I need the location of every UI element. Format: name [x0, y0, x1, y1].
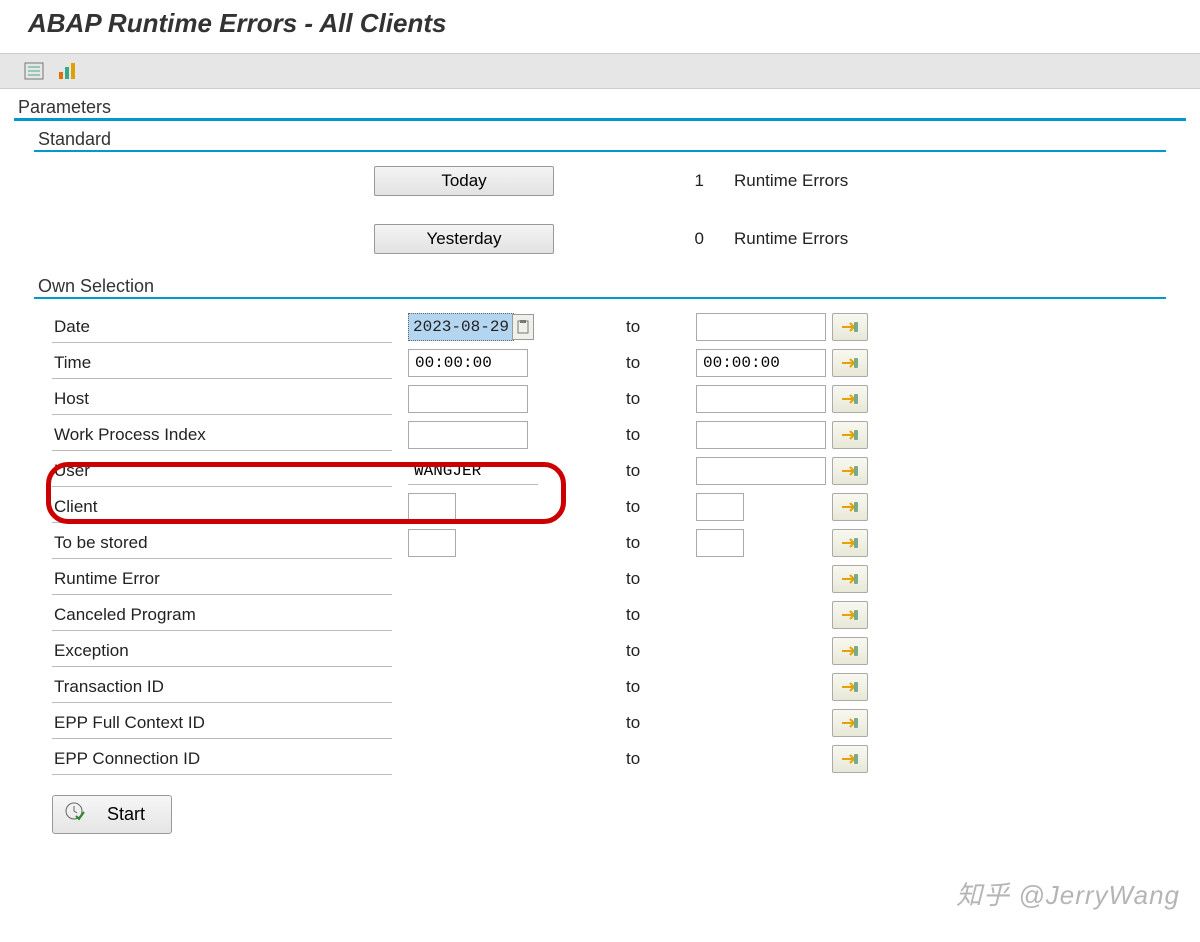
exc-to-label: to: [620, 641, 690, 661]
rerr-label: Runtime Error: [52, 563, 392, 595]
today-count: 1: [554, 171, 734, 191]
client-to-input[interactable]: [696, 493, 744, 521]
wpi-to-input[interactable]: [696, 421, 826, 449]
wpi-to-label: to: [620, 425, 690, 445]
eppc-more-button[interactable]: [832, 745, 868, 773]
user-from-input[interactable]: [408, 457, 538, 485]
time-to-label: to: [620, 353, 690, 373]
host-label: Host: [52, 383, 392, 415]
wpi-from-input[interactable]: [408, 421, 528, 449]
date-more-button[interactable]: [832, 313, 868, 341]
client-to-label: to: [620, 497, 690, 517]
start-button[interactable]: Start: [52, 795, 172, 834]
tid-label: Transaction ID: [52, 671, 392, 703]
user-label: User: [52, 455, 392, 487]
today-button[interactable]: Today: [374, 166, 554, 196]
exc-label: Exception: [52, 635, 392, 667]
store-to-input[interactable]: [696, 529, 744, 557]
time-more-button[interactable]: [832, 349, 868, 377]
eppf-to-label: to: [620, 713, 690, 733]
exc-more-button[interactable]: [832, 637, 868, 665]
time-from-input[interactable]: [408, 349, 528, 377]
eppc-to-label: to: [620, 749, 690, 769]
today-label: Runtime Errors: [734, 171, 1166, 191]
eppc-label: EPP Connection ID: [52, 743, 392, 775]
tid-more-button[interactable]: [832, 673, 868, 701]
tid-to-label: to: [620, 677, 690, 697]
wpi-more-button[interactable]: [832, 421, 868, 449]
cprog-label: Canceled Program: [52, 599, 392, 631]
app-toolbar: [0, 53, 1200, 89]
chart-icon[interactable]: [56, 60, 80, 82]
date-picker-icon[interactable]: [512, 314, 534, 340]
date-from-input[interactable]: 2023-08-29: [408, 313, 514, 341]
rerr-to-label: to: [620, 569, 690, 589]
host-more-button[interactable]: [832, 385, 868, 413]
client-more-button[interactable]: [832, 493, 868, 521]
date-label: Date: [52, 311, 392, 343]
start-button-label: Start: [107, 804, 145, 825]
yesterday-button[interactable]: Yesterday: [374, 224, 554, 254]
eppf-more-button[interactable]: [832, 709, 868, 737]
yesterday-label: Runtime Errors: [734, 229, 1166, 249]
store-label: To be stored: [52, 527, 392, 559]
date-to-input[interactable]: [696, 313, 826, 341]
page-title: ABAP Runtime Errors - All Clients: [0, 0, 1200, 53]
host-to-label: to: [620, 389, 690, 409]
eppf-label: EPP Full Context ID: [52, 707, 392, 739]
cprog-to-label: to: [620, 605, 690, 625]
user-to-input[interactable]: [696, 457, 826, 485]
client-from-input[interactable]: [408, 493, 456, 521]
yesterday-count: 0: [554, 229, 734, 249]
parameters-header: Parameters: [14, 97, 1186, 121]
clock-check-icon: [65, 802, 85, 827]
store-to-label: to: [620, 533, 690, 553]
time-to-input[interactable]: [696, 349, 826, 377]
wpi-label: Work Process Index: [52, 419, 392, 451]
user-to-label: to: [620, 461, 690, 481]
host-from-input[interactable]: [408, 385, 528, 413]
watermark: 知乎 @JerryWang: [956, 875, 1180, 912]
standard-header: Standard: [34, 129, 1166, 152]
list-icon[interactable]: [22, 60, 46, 82]
rerr-more-button[interactable]: [832, 565, 868, 593]
host-to-input[interactable]: [696, 385, 826, 413]
store-more-button[interactable]: [832, 529, 868, 557]
store-from-input[interactable]: [408, 529, 456, 557]
own-selection-header: Own Selection: [34, 276, 1166, 299]
date-to-label: to: [620, 317, 690, 337]
client-label: Client: [52, 491, 392, 523]
user-more-button[interactable]: [832, 457, 868, 485]
time-label: Time: [52, 347, 392, 379]
cprog-more-button[interactable]: [832, 601, 868, 629]
